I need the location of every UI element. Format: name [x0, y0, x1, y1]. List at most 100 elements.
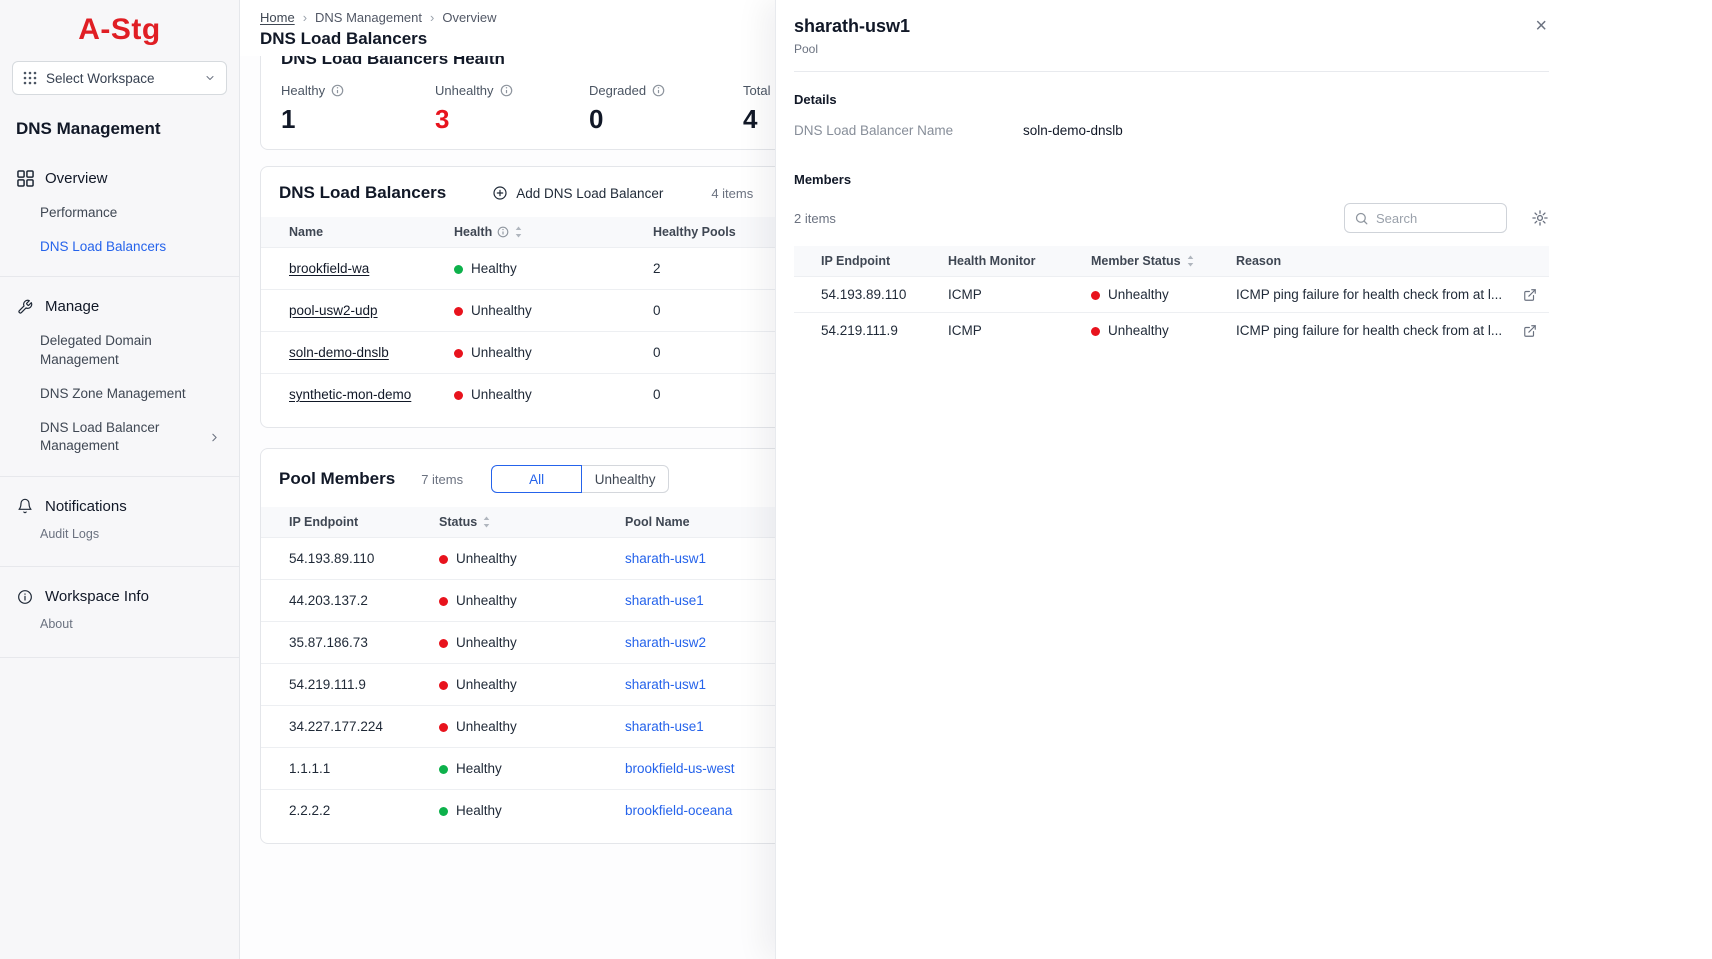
info-icon[interactable] [497, 226, 509, 238]
ip-endpoint: 54.193.89.110 [794, 277, 936, 313]
lb-name-link[interactable]: soln-demo-dnslb [289, 345, 389, 360]
add-dns-load-balancer-button[interactable]: Add DNS Load Balancer [492, 185, 663, 201]
search-icon [1354, 211, 1369, 226]
table-row: 54.219.111.9 ICMP Unhealthy ICMP ping fa… [794, 313, 1549, 349]
health-status-label: Unhealthy [471, 303, 532, 318]
sort-icon[interactable] [482, 516, 491, 528]
card-title: Pool Members [279, 469, 395, 489]
details-heading: Details [794, 92, 1549, 107]
search-input[interactable] [1376, 211, 1488, 226]
external-link-icon[interactable] [1523, 288, 1537, 302]
info-circle-icon [16, 589, 34, 605]
status-dot [439, 807, 448, 816]
info-icon[interactable] [652, 84, 665, 97]
sidebar-divider [0, 566, 239, 567]
health-status-dot [454, 391, 463, 400]
pool-name-link[interactable]: sharath-usw1 [625, 551, 706, 566]
status-dot [1091, 291, 1100, 300]
pool-name-link[interactable]: sharath-usw2 [625, 635, 706, 650]
sidebar-item-manage[interactable]: Manage [0, 289, 239, 324]
pool-name-link[interactable]: sharath-use1 [625, 593, 704, 608]
breadcrumb-dns-management[interactable]: DNS Management [315, 10, 422, 25]
pool-name-link[interactable]: brookfield-us-west [625, 761, 735, 776]
sidebar-item-workspace-info[interactable]: Workspace Info [0, 579, 239, 614]
sidebar-item-label: Notifications [45, 498, 127, 515]
tab-all[interactable]: All [491, 465, 582, 493]
status-label: Unhealthy [456, 635, 517, 650]
breadcrumb-separator-icon: › [430, 10, 434, 25]
sidebar-item-dns-load-balancers[interactable]: DNS Load Balancers [0, 230, 239, 264]
column-header-health[interactable]: Health [442, 217, 641, 248]
stat-degraded: Degraded 0 [589, 83, 743, 135]
lb-name-link[interactable]: synthetic-mon-demo [289, 387, 411, 402]
reason-text: ICMP ping failure for health check from … [1236, 323, 1502, 338]
field-label: DNS Load Balancer Name [794, 123, 1023, 138]
info-icon[interactable] [331, 84, 344, 97]
sidebar-item-about[interactable]: About [0, 614, 239, 645]
field-value: soln-demo-dnslb [1023, 123, 1123, 138]
sidebar-divider [0, 476, 239, 477]
status-label: Unhealthy [456, 719, 517, 734]
column-label: Member Status [1091, 254, 1181, 268]
members-toolbar: 2 items [794, 203, 1549, 233]
status-label: Unhealthy [456, 551, 517, 566]
health-status-dot [454, 307, 463, 316]
sidebar-item-notifications[interactable]: Notifications [0, 489, 239, 524]
sidebar: A-Stg Select Workspace DNS Management Ov… [0, 0, 240, 959]
sidebar-item-dns-lb-management[interactable]: DNS Load Balancer Management [0, 411, 239, 463]
ip-endpoint: 35.87.186.73 [261, 622, 427, 664]
sidebar-item-overview[interactable]: Overview [0, 161, 239, 196]
column-header-name: Name [261, 217, 442, 248]
sidebar-item-performance[interactable]: Performance [0, 196, 239, 230]
breadcrumb-home[interactable]: Home [260, 10, 295, 25]
pool-name-link[interactable]: sharath-use1 [625, 719, 704, 734]
column-header-member-status[interactable]: Member Status [1079, 246, 1224, 277]
ip-endpoint: 54.219.111.9 [261, 664, 427, 706]
drawer-header: sharath-usw1 Pool × [794, 0, 1549, 72]
sidebar-divider [0, 276, 239, 277]
overview-grid-icon [16, 170, 34, 187]
sidebar-divider [0, 657, 239, 658]
sort-icon[interactable] [514, 226, 523, 238]
ip-endpoint: 1.1.1.1 [261, 748, 427, 790]
info-icon[interactable] [500, 84, 513, 97]
sort-icon[interactable] [1186, 255, 1195, 267]
tab-unhealthy[interactable]: Unhealthy [581, 465, 669, 493]
sidebar-item-dns-zone-management[interactable]: DNS Zone Management [0, 377, 239, 411]
status-label: Unhealthy [456, 593, 517, 608]
reason-text: ICMP ping failure for health check from … [1236, 287, 1502, 302]
pool-name-link[interactable]: brookfield-oceana [625, 803, 732, 818]
detail-field: DNS Load Balancer Name soln-demo-dnslb [794, 123, 1549, 138]
column-header-status[interactable]: Status [427, 507, 613, 538]
status-label: Unhealthy [1108, 287, 1169, 302]
sidebar-item-label: DNS Load Balancer Management [40, 419, 190, 455]
status-dot [439, 765, 448, 774]
members-search[interactable] [1344, 203, 1507, 233]
pool-name-link[interactable]: sharath-usw1 [625, 677, 706, 692]
workspace-selector[interactable]: Select Workspace [12, 61, 227, 95]
members-table: IP Endpoint Health Monitor Member Status… [794, 246, 1549, 348]
column-label: Status [439, 515, 477, 529]
members-count: 2 items [794, 211, 836, 226]
chevron-right-icon [208, 431, 221, 444]
column-header-ip-endpoint: IP Endpoint [794, 246, 936, 277]
breadcrumb-overview[interactable]: Overview [442, 10, 496, 25]
ip-endpoint: 54.193.89.110 [261, 538, 427, 580]
close-icon[interactable]: × [1535, 16, 1547, 36]
lb-name-link[interactable]: pool-usw2-udp [289, 303, 378, 318]
lb-name-link[interactable]: brookfield-wa [289, 261, 369, 276]
status-label: Healthy [456, 803, 502, 818]
status-dot [439, 639, 448, 648]
gear-icon[interactable] [1531, 209, 1549, 227]
sidebar-item-delegated-domain-management[interactable]: Delegated Domain Management [0, 324, 239, 376]
add-button-label: Add DNS Load Balancer [516, 186, 663, 201]
drawer-title: sharath-usw1 [794, 16, 1549, 37]
external-link-icon[interactable] [1523, 324, 1537, 338]
breadcrumb-separator-icon: › [303, 10, 307, 25]
sidebar-item-audit-logs[interactable]: Audit Logs [0, 524, 239, 555]
stat-value: 3 [435, 104, 589, 135]
table-row: 54.193.89.110 ICMP Unhealthy ICMP ping f… [794, 277, 1549, 313]
app-logo: A-Stg [0, 0, 239, 51]
wrench-icon [16, 299, 34, 315]
workspace-grid-icon [23, 71, 37, 85]
